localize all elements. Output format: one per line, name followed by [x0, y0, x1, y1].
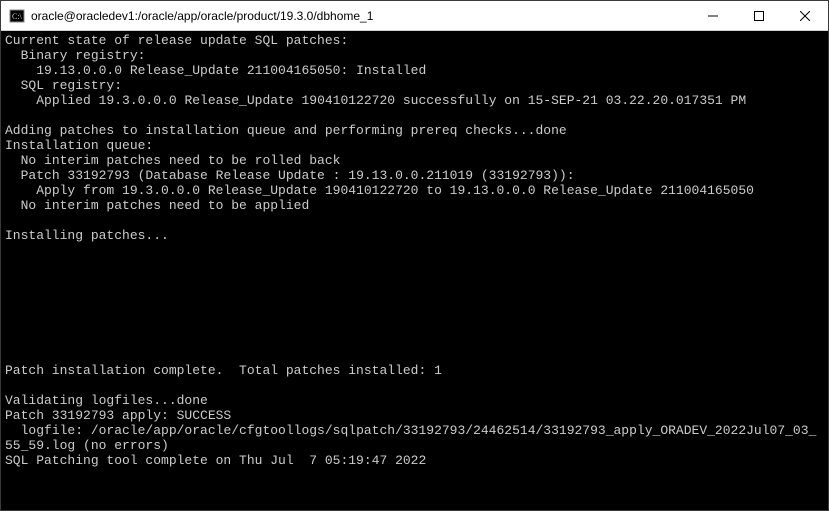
window-controls [690, 1, 828, 30]
terminal-output[interactable]: Current state of release update SQL patc… [1, 31, 828, 510]
window-title: oracle@oracledev1:/oracle/app/oracle/pro… [31, 9, 690, 23]
maximize-button[interactable] [736, 1, 782, 30]
svg-text:C:\: C:\ [12, 12, 23, 21]
close-button[interactable] [782, 1, 828, 30]
minimize-button[interactable] [690, 1, 736, 30]
command-prompt-icon: C:\ [9, 8, 25, 24]
titlebar[interactable]: C:\ oracle@oracledev1:/oracle/app/oracle… [1, 1, 828, 31]
terminal-window: C:\ oracle@oracledev1:/oracle/app/oracle… [0, 0, 829, 511]
